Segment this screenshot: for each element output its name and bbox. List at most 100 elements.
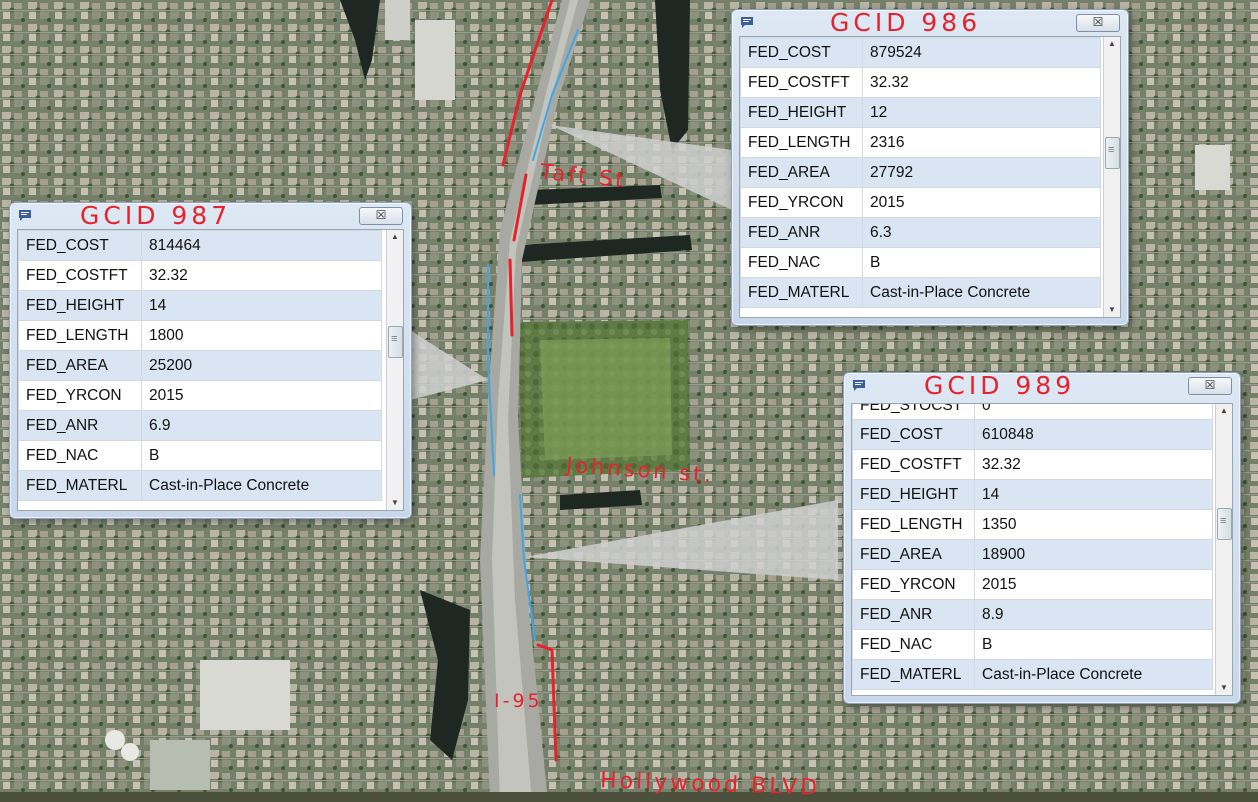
popup-titlebar[interactable]: GCID 987 ☒	[10, 201, 411, 230]
scroll-up-icon[interactable]: ▲	[1216, 404, 1232, 418]
attribute-table-container[interactable]: FED_STOCST 0 FED_COST 610848 FED_COSTFT 32.…	[851, 403, 1233, 696]
field-name: FED_LENGTH	[740, 127, 863, 158]
field-name: FED_COSTFT	[18, 260, 142, 291]
popup-title: GCID 986	[830, 8, 982, 37]
field-value: 27792	[862, 157, 1101, 188]
field-value: 6.9	[141, 410, 382, 441]
attribute-table: FED_COST 879524 FED_COSTFT 32.32 FED_HEIGH…	[740, 37, 1101, 308]
label-i-95: I-95	[494, 690, 543, 712]
table-row[interactable]: FED_COSTFT 32.32	[852, 449, 1213, 480]
table-row[interactable]: FED_ANR 8.9	[852, 599, 1213, 630]
scroll-thumb[interactable]	[1105, 137, 1120, 169]
field-name: FED_COST	[740, 37, 863, 68]
field-name: FED_HEIGHT	[18, 290, 142, 321]
table-row[interactable]: FED_ANR 6.9	[18, 410, 382, 441]
field-value: 1800	[141, 320, 382, 351]
table-row[interactable]: FED_AREA 18900	[852, 539, 1213, 570]
identify-popup-gcid-986[interactable]: GCID 986 ☒ FED_COST 879524 FED_COSTFT 32.3…	[731, 8, 1129, 326]
table-row[interactable]: FED_COST 879524	[740, 37, 1101, 68]
table-row[interactable]: FED_COSTFT 32.32	[740, 67, 1101, 98]
popup-speech-icon	[19, 210, 31, 221]
table-row[interactable]: FED_NAC B	[852, 629, 1213, 660]
popup-titlebar[interactable]: GCID 989 ☒	[844, 371, 1240, 400]
field-value: 12	[862, 97, 1101, 128]
vertical-scrollbar[interactable]: ▲ ▼	[386, 230, 403, 510]
field-name: FED_AREA	[740, 157, 863, 188]
table-row[interactable]: FED_MATERL Cast-in-Place Concrete	[852, 659, 1213, 690]
field-name: FED_YRCON	[18, 380, 142, 411]
field-value: 14	[141, 290, 382, 321]
table-row[interactable]: FED_LENGTH 1800	[18, 320, 382, 351]
field-name: FED_ANR	[740, 217, 863, 248]
scroll-down-icon[interactable]: ▼	[1104, 303, 1120, 317]
table-row[interactable]: FED_YRCON 2015	[852, 569, 1213, 600]
table-row[interactable]: FED_COST 610848	[852, 419, 1213, 450]
close-icon[interactable]: ☒	[359, 207, 403, 225]
table-row[interactable]: FED_HEIGHT 14	[852, 479, 1213, 510]
vertical-scrollbar[interactable]: ▲ ▼	[1215, 404, 1232, 695]
field-value: B	[974, 629, 1213, 660]
close-icon[interactable]: ☒	[1188, 377, 1232, 395]
field-value: 2015	[974, 569, 1213, 600]
table-row[interactable]: FED_STOCST 0	[852, 404, 1213, 421]
field-value: 2015	[141, 380, 382, 411]
field-value: 879524	[862, 37, 1101, 68]
field-name: FED_COSTFT	[740, 67, 863, 98]
attribute-table: FED_COST 610848 FED_COSTFT 32.32 FED_HEIGH…	[852, 419, 1213, 690]
field-value: Cast-in-Place Concrete	[862, 277, 1101, 308]
identify-popup-gcid-989[interactable]: GCID 989 ☒ FED_STOCST 0 FED_COST 610848 FE…	[843, 371, 1241, 704]
field-value: Cast-in-Place Concrete	[141, 470, 382, 501]
field-name: FED_NAC	[852, 629, 975, 660]
table-row[interactable]: FED_NAC B	[18, 440, 382, 471]
table-row[interactable]: FED_COST 814464	[18, 230, 382, 261]
field-value: 8.9	[974, 599, 1213, 630]
scroll-up-icon[interactable]: ▲	[387, 230, 403, 244]
scroll-up-icon[interactable]: ▲	[1104, 37, 1120, 51]
table-row[interactable]: FED_LENGTH 1350	[852, 509, 1213, 540]
field-value: 2316	[862, 127, 1101, 158]
field-name: FED_LENGTH	[18, 320, 142, 351]
field-value: 1350	[974, 509, 1213, 540]
close-icon[interactable]: ☒	[1076, 14, 1120, 32]
attribute-table-container[interactable]: FED_COST 814464 FED_COSTFT 32.32 FED_HEIGH…	[17, 229, 404, 511]
identify-popup-gcid-987[interactable]: GCID 987 ☒ FED_COST 814464 FED_COSTFT 32.3…	[9, 201, 412, 519]
field-value: 610848	[974, 419, 1213, 450]
field-value: 32.32	[974, 449, 1213, 480]
field-name: FED_HEIGHT	[740, 97, 863, 128]
field-name: FED_ANR	[18, 410, 142, 441]
table-row[interactable]: FED_HEIGHT 12	[740, 97, 1101, 128]
attribute-table-container[interactable]: FED_COST 879524 FED_COSTFT 32.32 FED_HEIGH…	[739, 36, 1121, 318]
field-value: Cast-in-Place Concrete	[974, 659, 1213, 690]
popup-titlebar[interactable]: GCID 986 ☒	[732, 8, 1128, 37]
scroll-thumb[interactable]	[388, 326, 403, 358]
table-row[interactable]: FED_MATERL Cast-in-Place Concrete	[18, 470, 382, 501]
field-name: FED_MATERL	[18, 470, 142, 501]
field-name: FED_AREA	[852, 539, 975, 570]
field-name: FED_AREA	[18, 350, 142, 381]
table-row[interactable]: FED_YRCON 2015	[740, 187, 1101, 218]
field-name: FED_ANR	[852, 599, 975, 630]
scroll-down-icon[interactable]: ▼	[1216, 681, 1232, 695]
table-row[interactable]: FED_AREA 27792	[740, 157, 1101, 188]
field-value: B	[141, 440, 382, 471]
field-value: 814464	[141, 230, 382, 261]
popup-speech-icon	[853, 380, 865, 391]
table-row[interactable]: FED_COSTFT 32.32	[18, 260, 382, 291]
popup-title: GCID 989	[924, 371, 1076, 400]
table-row[interactable]: FED_MATERL Cast-in-Place Concrete	[740, 277, 1101, 308]
field-name: FED_COST	[852, 419, 975, 450]
field-name: FED_YRCON	[740, 187, 863, 218]
table-row[interactable]: FED_ANR 6.3	[740, 217, 1101, 248]
table-row[interactable]: FED_AREA 25200	[18, 350, 382, 381]
table-row[interactable]: FED_LENGTH 2316	[740, 127, 1101, 158]
scroll-down-icon[interactable]: ▼	[387, 496, 403, 510]
field-value: 2015	[862, 187, 1101, 218]
field-name: FED_LENGTH	[852, 509, 975, 540]
table-row[interactable]: FED_HEIGHT 14	[18, 290, 382, 321]
table-row[interactable]: FED_NAC B	[740, 247, 1101, 278]
table-row[interactable]: FED_YRCON 2015	[18, 380, 382, 411]
vertical-scrollbar[interactable]: ▲ ▼	[1103, 37, 1120, 317]
field-value: 32.32	[141, 260, 382, 291]
field-name: FED_STOCST	[852, 404, 975, 421]
scroll-thumb[interactable]	[1217, 508, 1232, 540]
